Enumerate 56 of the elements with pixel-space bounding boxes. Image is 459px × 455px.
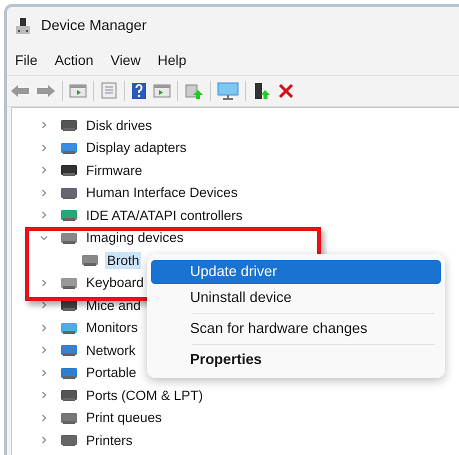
menu-item[interactable]: Update driver: [151, 260, 441, 284]
window-title: Device Manager: [41, 18, 147, 34]
menu-item[interactable]: Help: [158, 52, 186, 68]
expand-chevron-icon[interactable]: [40, 391, 48, 400]
tree-item[interactable]: Printers: [84, 432, 135, 449]
expand-chevron-icon[interactable]: [40, 278, 48, 287]
tree-item[interactable]: Ports (COM & LPT): [84, 386, 206, 404]
remove-icon[interactable]: [278, 83, 294, 99]
expand-chevron-icon[interactable]: [40, 301, 48, 310]
menu-item[interactable]: Uninstall device: [151, 286, 441, 310]
forward-icon[interactable]: [36, 83, 56, 99]
expand-chevron-icon[interactable]: [40, 368, 48, 377]
tree-item[interactable]: Portable: [84, 364, 138, 382]
tree-item[interactable]: Broth: [105, 252, 142, 269]
app-icon: [15, 17, 31, 35]
expand-chevron-icon[interactable]: [40, 121, 48, 130]
expand-chevron-icon[interactable]: [40, 346, 48, 354]
expand-chevron-icon[interactable]: [40, 324, 48, 332]
menu-item[interactable]: Scan for hardware changes: [151, 317, 441, 341]
device-icon: [59, 342, 79, 358]
expand-chevron-icon[interactable]: [40, 188, 48, 197]
device-icon: [59, 432, 79, 448]
device-icon: [59, 387, 79, 404]
menu-item[interactable]: View: [110, 52, 141, 68]
expand-chevron-icon[interactable]: [40, 414, 48, 422]
tree-item[interactable]: Keyboard: [84, 274, 146, 292]
device-icon: [59, 162, 79, 178]
menu-item[interactable]: Properties: [151, 348, 441, 372]
device-icon: [80, 252, 100, 268]
device-icon: [59, 117, 79, 134]
update-icon[interactable]: [184, 82, 204, 100]
tree-item[interactable]: Imaging devices: [84, 229, 186, 246]
tree-item[interactable]: Monitors: [84, 319, 140, 336]
expand-chevron-icon[interactable]: [40, 436, 48, 444]
properties-icon[interactable]: [100, 82, 118, 100]
menu-item[interactable]: Action: [54, 52, 94, 68]
menu-item[interactable]: File: [15, 52, 38, 68]
tree-item[interactable]: Display adapters: [84, 139, 189, 156]
back-icon[interactable]: [10, 83, 30, 99]
expand-chevron-icon[interactable]: [40, 166, 48, 174]
device-icon: [59, 207, 79, 224]
collapse-chevron-icon[interactable]: [40, 234, 48, 242]
tree-item[interactable]: Mice and: [84, 296, 143, 314]
help-icon[interactable]: [131, 82, 147, 100]
tree-item[interactable]: Disk drives: [84, 116, 154, 134]
expand-chevron-icon[interactable]: [40, 211, 48, 220]
tree-item[interactable]: IDE ATA/ATAPI controllers: [84, 206, 245, 224]
enable-device-icon[interactable]: [252, 82, 272, 100]
panel-icon[interactable]: [153, 83, 171, 99]
tree-item[interactable]: Human Interface Devices: [84, 184, 240, 202]
expand-chevron-icon[interactable]: [40, 144, 48, 152]
panel-icon[interactable]: [69, 83, 87, 99]
tree-item[interactable]: Network: [84, 342, 138, 359]
monitor-icon[interactable]: [217, 82, 239, 100]
tree-item[interactable]: Firmware: [84, 162, 144, 179]
tree-item[interactable]: Print queues: [84, 409, 164, 426]
